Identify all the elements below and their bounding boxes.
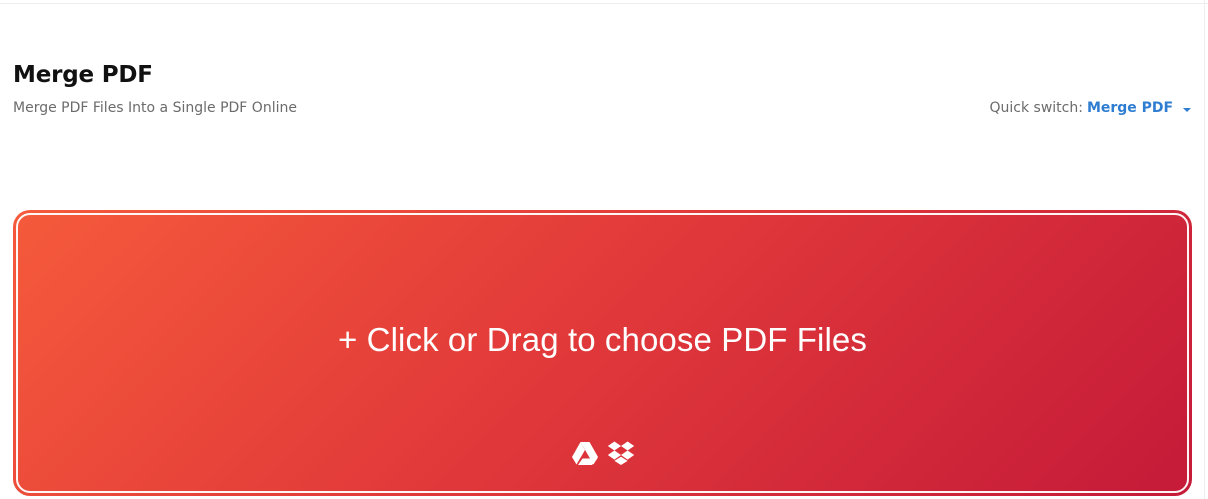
google-drive-icon[interactable] [571, 439, 599, 467]
quick-switch-value: Merge PDF [1086, 100, 1174, 116]
top-divider [0, 3, 1208, 4]
caret-down-icon [1183, 108, 1191, 112]
quick-switch-label: Quick switch: [989, 100, 1083, 116]
dropbox-icon[interactable] [607, 439, 635, 467]
file-dropzone[interactable]: + Click or Drag to choose PDF Files [13, 210, 1192, 496]
page-subtitle: Merge PDF Files Into a Single PDF Online [13, 100, 297, 116]
page-title: Merge PDF [13, 62, 153, 88]
file-dropzone-border: + Click or Drag to choose PDF Files [16, 213, 1189, 493]
cloud-source-buttons [18, 439, 1187, 467]
quick-switch-dropdown[interactable]: Merge PDF [1087, 100, 1191, 116]
quick-switch: Quick switch: Merge PDF [989, 100, 1191, 116]
right-edge-divider [1204, 0, 1205, 499]
dropzone-label: + Click or Drag to choose PDF Files [338, 321, 867, 358]
